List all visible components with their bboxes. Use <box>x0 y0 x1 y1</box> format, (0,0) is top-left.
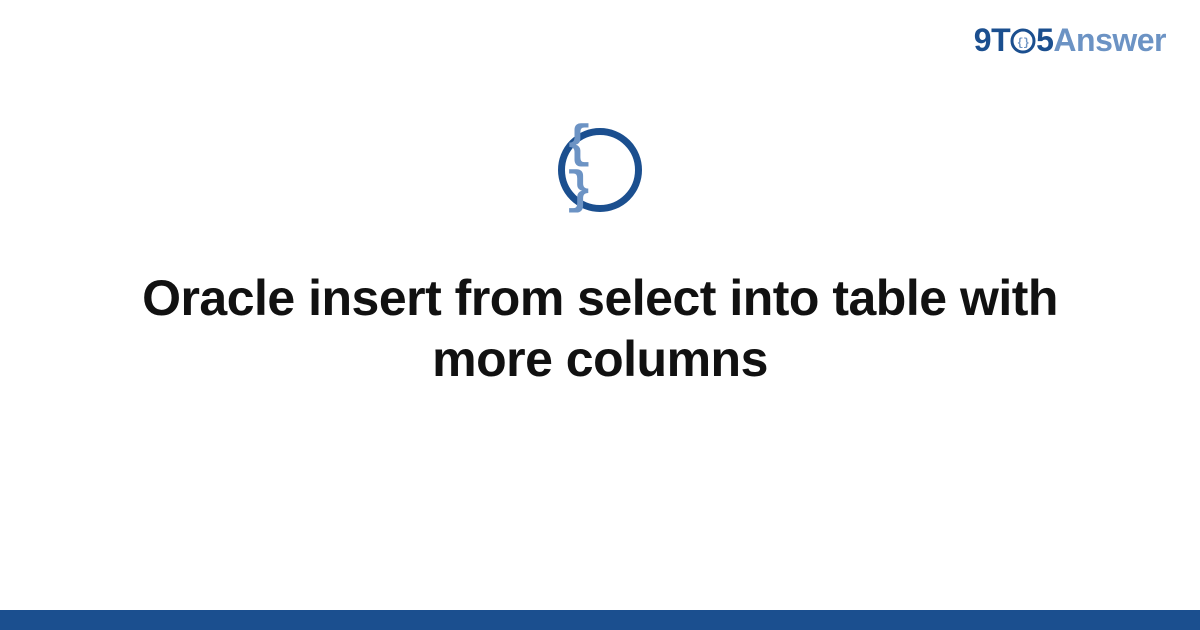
svg-text:{}: {} <box>1017 38 1029 50</box>
content-center: { } Oracle insert from select into table… <box>0 128 1200 390</box>
page-title: Oracle insert from select into table wit… <box>100 268 1100 390</box>
brand-five: 5 <box>1036 22 1053 58</box>
footer-bar <box>0 610 1200 630</box>
brand-t: T <box>991 22 1010 58</box>
brand-nine: 9 <box>974 22 991 58</box>
brand-logo: 9T {} 5Answer <box>974 22 1166 59</box>
brand-o-icon: {} <box>1010 28 1036 54</box>
brand-answer: Answer <box>1053 22 1166 58</box>
page-root: 9T {} 5Answer { } Oracle insert from selec… <box>0 0 1200 630</box>
braces-icon: { } <box>565 122 635 214</box>
category-badge: { } <box>558 128 642 212</box>
